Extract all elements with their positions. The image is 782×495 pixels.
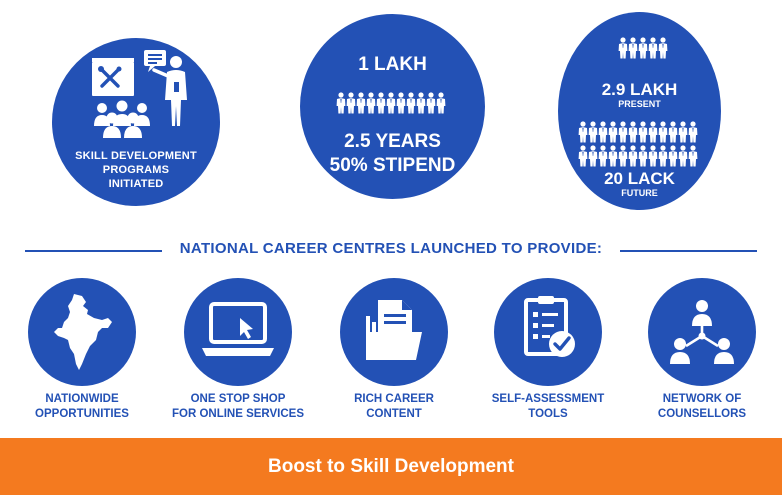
clipboard-check-icon <box>522 294 578 366</box>
footer-banner: Boost to Skill Development <box>0 438 782 495</box>
skill-programs-label-1: SKILL DEVELOPMENT <box>75 150 197 162</box>
apprentice-stipend: 50% STIPEND <box>329 155 456 176</box>
counsellors-circle <box>648 278 756 386</box>
career-content-label-1: RICH CAREER <box>354 393 434 405</box>
nationwide-label-2: OPPORTUNITIES <box>35 408 129 420</box>
future-label: FUTURE <box>621 188 658 198</box>
online-services-label-1: ONE STOP SHOP <box>190 393 286 405</box>
india-map-icon <box>52 292 114 372</box>
future-value: 20 LACK <box>604 169 675 188</box>
laptop-cursor-icon <box>200 302 276 360</box>
small-people-group-icon <box>618 36 668 62</box>
skill-programs-label-2: PROGRAMS <box>102 164 170 176</box>
counsellors-label-2: COUNSELLORS <box>657 408 747 420</box>
online-services-label-2: FOR ONLINE SERVICES <box>171 408 305 420</box>
section-heading-text: NATIONAL CAREER CENTRES LAUNCHED TO PROV… <box>179 240 603 257</box>
skill-programs-circle: SKILL DEVELOPMENT PROGRAMS INITIATED <box>52 38 220 206</box>
self-assessment-circle <box>494 278 602 386</box>
apprentice-duration: 2.5 YEARS <box>344 131 441 152</box>
nationwide-circle <box>28 278 136 386</box>
section-heading: NATIONAL CAREER CENTRES LAUNCHED TO PROV… <box>25 238 757 264</box>
career-content-label-2: CONTENT <box>366 408 422 420</box>
apprenticeship-circle: 1 LAKH 2.5 YEARS 50% STIPEND <box>300 14 485 199</box>
nationwide-label-1: NATIONWIDE <box>45 393 119 405</box>
people-group-icon <box>336 86 452 118</box>
present-label: PRESENT <box>618 99 661 109</box>
large-people-group-icon <box>578 120 702 172</box>
trainer-presentation-icon <box>88 48 198 138</box>
career-content-circle <box>340 278 448 386</box>
online-services-circle <box>184 278 292 386</box>
self-assessment-label-1: SELF-ASSESSMENT <box>491 393 605 405</box>
skill-programs-label-3: INITIATED <box>108 178 164 190</box>
capacity-circle: 2.9 LAKH PRESENT 20 LACK FUTURE <box>558 12 721 210</box>
folder-documents-icon <box>362 296 428 364</box>
people-network-icon <box>666 296 738 368</box>
self-assessment-label-2: TOOLS <box>528 408 568 420</box>
apprentice-count: 1 LAKH <box>358 54 427 75</box>
counsellors-label-1: NETWORK OF <box>662 393 742 405</box>
present-value: 2.9 LAKH <box>601 80 678 99</box>
